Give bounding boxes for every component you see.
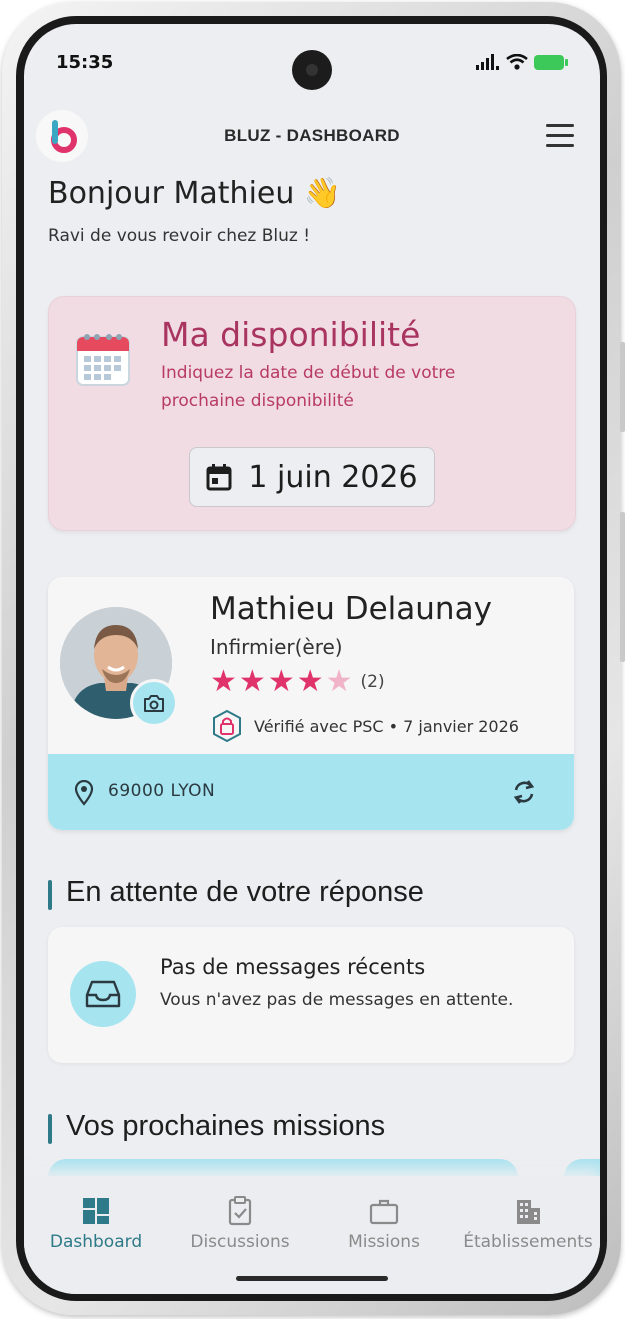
battery-icon	[534, 54, 568, 70]
calendar-icon	[206, 464, 232, 491]
star-icon: ★	[238, 664, 266, 699]
missions-section-title: Vos prochaines missions	[48, 1110, 385, 1144]
verification-info: Vérifié avec PSC • 7 janvier 2026	[210, 709, 519, 743]
location-pin-icon	[74, 780, 94, 806]
greeting-title: Bonjour Mathieu 👋	[48, 176, 342, 211]
availability-date: 1 juin 2026	[248, 459, 418, 495]
app-header: BLUZ - DASHBOARD	[24, 110, 600, 162]
rating-count: (2)	[360, 672, 385, 692]
nav-discussions-label: Discussions	[190, 1232, 290, 1252]
nav-dashboard-label: Dashboard	[49, 1232, 143, 1252]
psc-lock-icon	[213, 709, 241, 743]
signal-icon	[476, 54, 499, 70]
status-time: 15:35	[56, 52, 114, 73]
verification-text: Vérifié avec PSC • 7 janvier 2026	[254, 716, 519, 736]
briefcase-icon	[369, 1199, 399, 1225]
rating-stars: ★ ★ ★ ★ ★ (2)	[210, 667, 385, 697]
location-bar: 69000 LYON	[48, 754, 574, 830]
nav-missions-label: Missions	[348, 1232, 420, 1252]
messages-empty-title: Pas de messages récents	[160, 955, 426, 979]
wifi-icon	[506, 54, 528, 70]
profile-card: Mathieu Delaunay Infirmier(ère) ★ ★ ★ ★ …	[48, 577, 574, 830]
nav-missions[interactable]: Missions	[314, 1196, 454, 1252]
change-photo-button[interactable]	[130, 679, 178, 727]
profile-name: Mathieu Delaunay	[210, 591, 492, 627]
power-button	[620, 512, 625, 662]
nav-etablissements-label: Établissements	[463, 1232, 593, 1252]
messages-empty-text: Vous n'avez pas de messages en attente.	[160, 990, 514, 1010]
inbox-badge	[70, 961, 136, 1027]
sync-icon[interactable]	[510, 778, 538, 806]
building-icon	[517, 1200, 540, 1224]
app-title: BLUZ - DASHBOARD	[224, 126, 400, 145]
dashboard-icon	[83, 1198, 109, 1224]
availability-description: Indiquez la date de début de votre proch…	[161, 363, 456, 411]
availability-card: Ma disponibilité Indiquez la date de déb…	[48, 296, 576, 531]
nav-dashboard[interactable]: Dashboard	[26, 1196, 166, 1252]
status-icons	[476, 54, 568, 70]
pending-section-title: En attente de votre réponse	[48, 876, 424, 910]
screen: 15:35 BLUZ - DASHBOARD Bonjour Mathieu 👋…	[24, 24, 600, 1294]
messages-card: Pas de messages récents Vous n'avez pas …	[48, 927, 574, 1063]
availability-date-button[interactable]: 1 juin 2026	[189, 447, 435, 507]
volume-button	[620, 342, 625, 432]
home-indicator[interactable]	[236, 1276, 388, 1281]
star-icon: ★	[210, 664, 237, 699]
profile-role: Infirmier(ère)	[210, 635, 343, 659]
availability-title: Ma disponibilité	[161, 315, 421, 354]
front-camera	[292, 50, 332, 90]
star-empty-icon: ★	[325, 664, 353, 699]
nav-etablissements[interactable]: Établissements	[458, 1196, 598, 1252]
phone-frame: 15:35 BLUZ - DASHBOARD Bonjour Mathieu 👋…	[2, 2, 625, 1315]
calendar-emoji-icon	[76, 334, 130, 386]
camera-icon	[144, 695, 164, 712]
inbox-icon	[85, 980, 121, 1008]
hamburger-menu-icon[interactable]	[546, 124, 574, 148]
status-bar: 15:35	[24, 24, 600, 94]
location-text: 69000 LYON	[108, 781, 216, 801]
star-icon: ★	[267, 664, 295, 699]
star-icon: ★	[296, 664, 324, 699]
greeting-subtitle: Ravi de vous revoir chez Bluz !	[48, 226, 311, 246]
clipboard-check-icon	[228, 1196, 252, 1226]
nav-discussions[interactable]: Discussions	[170, 1196, 310, 1252]
